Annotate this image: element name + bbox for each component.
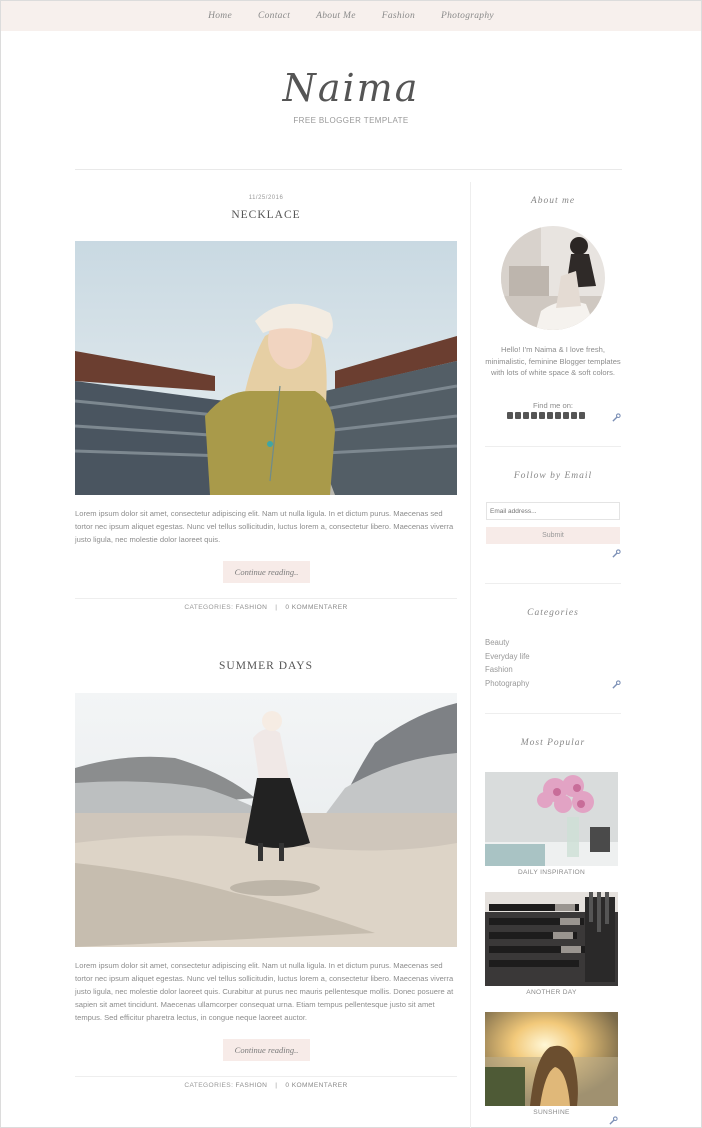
nav-item-about-me[interactable]: About Me <box>316 11 356 21</box>
site-logo[interactable]: Naima <box>0 66 702 110</box>
sidebar-divider-1 <box>485 446 621 447</box>
google-plus-icon[interactable] <box>531 412 537 419</box>
find-me-label: Find me on: <box>532 401 574 410</box>
categories-label: CATEGORIES: <box>184 604 234 611</box>
category-link-everyday-life[interactable]: Everyday life <box>485 650 530 664</box>
post-date: 11/25/2016 <box>248 195 284 201</box>
popular-sunshine-photo <box>485 1012 618 1106</box>
social-icons <box>507 412 585 422</box>
category-link-fashion[interactable]: FASHION <box>236 1082 268 1089</box>
post-title[interactable]: SUMMER DAYS <box>75 660 457 672</box>
edit-wrench-icon[interactable] <box>612 549 621 558</box>
category-link-fashion[interactable]: FASHION <box>236 604 268 611</box>
comments-link[interactable]: 0 KOMMENTARER <box>285 604 347 611</box>
twitter-icon[interactable] <box>507 412 513 419</box>
follow-email-title: Follow by Email <box>513 471 593 481</box>
post-title[interactable]: NECKLACE <box>75 209 457 221</box>
post-divider <box>75 598 457 599</box>
popular-post-image[interactable] <box>485 772 618 866</box>
about-text: Hello! I'm Naima & I love fresh, minimal… <box>485 345 621 377</box>
nav-item-photography[interactable]: Photography <box>441 11 494 21</box>
instagram-icon[interactable] <box>523 412 529 419</box>
header-divider <box>75 169 622 170</box>
popular-post-caption[interactable]: DAILY INSPIRATION <box>485 869 618 876</box>
popular-post-caption[interactable]: SUNSHINE <box>485 1109 618 1116</box>
most-popular-title: Most Popular <box>520 738 586 748</box>
popular-post-caption[interactable]: ANOTHER DAY <box>485 989 618 996</box>
popular-post-image[interactable] <box>485 892 618 986</box>
edit-wrench-icon[interactable] <box>609 1116 618 1125</box>
edit-wrench-icon[interactable] <box>612 413 621 422</box>
post-excerpt: Lorem ipsum dolor sit amet, consectetur … <box>75 961 454 1022</box>
youtube-icon[interactable] <box>555 412 561 419</box>
nav-item-home[interactable]: Home <box>208 11 232 21</box>
meta-separator: | <box>275 604 278 611</box>
category-link-fashion[interactable]: Fashion <box>485 663 530 677</box>
edit-wrench-icon[interactable] <box>612 680 621 689</box>
nav-item-contact[interactable]: Contact <box>258 11 290 21</box>
pinterest-icon[interactable] <box>547 412 553 419</box>
post-image-summer-days-photo <box>75 693 457 947</box>
envelope-icon[interactable] <box>579 412 585 419</box>
top-nav: Home Contact About Me Fashion Photograph… <box>1 1 701 31</box>
submit-button[interactable]: Submit <box>486 527 620 544</box>
post-image-necklace[interactable] <box>75 241 457 495</box>
rss-icon[interactable] <box>571 412 577 419</box>
post-divider <box>75 1076 457 1077</box>
continue-reading-button[interactable]: Continue reading.. <box>223 1039 310 1061</box>
categories-list: Beauty Everyday life Fashion Photography <box>485 636 530 690</box>
about-me-title: About me <box>530 196 576 206</box>
popular-brushes-photo <box>485 892 618 986</box>
continue-reading-button[interactable]: Continue reading.. <box>223 561 310 583</box>
post-excerpt: Lorem ipsum dolor sit amet, consectetur … <box>75 509 454 544</box>
sidebar-divider <box>470 182 471 1128</box>
category-link-photography[interactable]: Photography <box>485 677 530 691</box>
avatar <box>501 226 605 330</box>
post-meta: CATEGORIES: FASHION | 0 KOMMENTARER <box>75 1082 457 1089</box>
facebook-icon[interactable] <box>515 412 521 419</box>
nav-item-fashion[interactable]: Fashion <box>382 11 415 21</box>
categories-label: CATEGORIES: <box>184 1082 234 1089</box>
comments-link[interactable]: 0 KOMMENTARER <box>285 1082 347 1089</box>
site-tagline: FREE BLOGGER TEMPLATE <box>293 116 409 125</box>
meta-separator: | <box>275 1082 278 1089</box>
sidebar-divider-2 <box>485 583 621 584</box>
popular-flowers-photo <box>485 772 618 866</box>
popular-post-image[interactable] <box>485 1012 618 1106</box>
post-image-summer-days[interactable] <box>75 693 457 947</box>
post-image-necklace-photo <box>75 241 457 495</box>
tumblr-icon[interactable] <box>563 412 569 419</box>
category-link-beauty[interactable]: Beauty <box>485 636 530 650</box>
categories-title: Categories <box>527 608 579 618</box>
post-meta: CATEGORIES: FASHION | 0 KOMMENTARER <box>75 604 457 611</box>
sidebar-divider-3 <box>485 713 621 714</box>
avatar-photo <box>501 226 605 330</box>
heart-icon[interactable] <box>539 412 545 419</box>
email-field[interactable] <box>486 502 620 520</box>
